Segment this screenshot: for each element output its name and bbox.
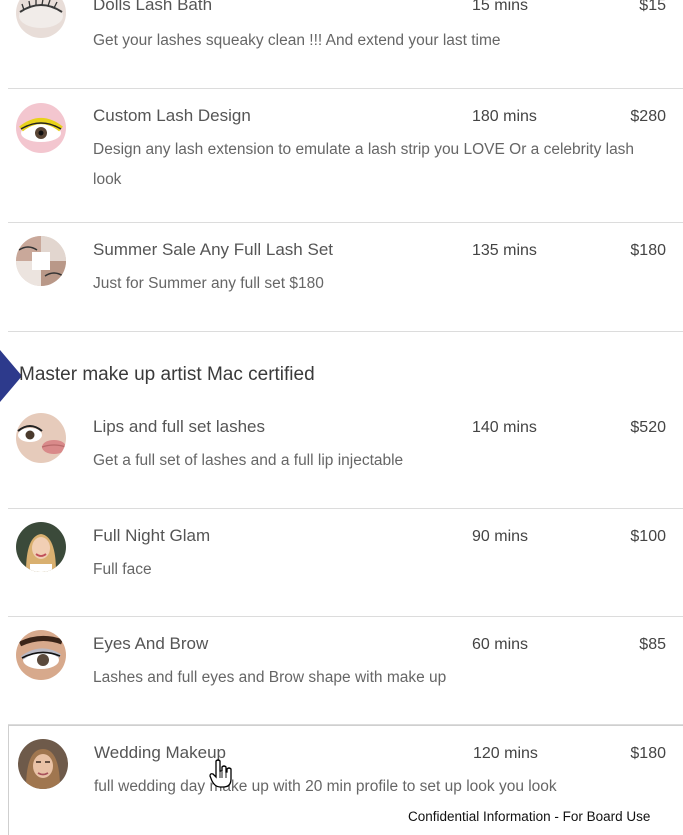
service-duration: 15 mins xyxy=(472,0,529,14)
service-duration: 90 mins xyxy=(472,528,529,545)
service-duration: 60 mins xyxy=(472,636,529,653)
service-price: $180 xyxy=(630,242,666,259)
service-duration: 140 mins xyxy=(472,419,537,436)
service-name[interactable]: Lips and full set lashes xyxy=(93,417,265,437)
eye-brow-avatar xyxy=(16,630,66,680)
service-row-full-night-glam[interactable]: Full Night Glam 90 mins $100 Full face xyxy=(8,509,683,617)
service-row-lash-bath[interactable]: Dolls Lash Bath 15 mins $15 Get your las… xyxy=(8,0,683,89)
confidential-footer: Confidential Information - For Board Use xyxy=(408,809,651,824)
service-description: Get a full set of lashes and a full lip … xyxy=(93,452,404,469)
service-price: $15 xyxy=(639,0,666,14)
service-description: Get your lashes squeaky clean !!! And ex… xyxy=(93,32,501,49)
service-row-custom-lash-design[interactable]: Custom Lash Design 180 mins $280 Design … xyxy=(8,89,683,223)
service-price: $100 xyxy=(630,528,666,545)
service-duration: 180 mins xyxy=(472,108,537,125)
service-name[interactable]: Full Night Glam xyxy=(93,526,210,546)
service-name[interactable]: Custom Lash Design xyxy=(93,106,251,126)
service-description: full wedding day make up with 20 min pro… xyxy=(94,778,557,795)
service-name[interactable]: Eyes And Brow xyxy=(93,634,208,654)
service-price: $85 xyxy=(639,636,666,653)
service-row-lips-lashes[interactable]: Lips and full set lashes 140 mins $520 G… xyxy=(8,400,683,509)
service-name[interactable]: Wedding Makeup xyxy=(94,743,226,763)
service-duration: 120 mins xyxy=(473,745,538,762)
service-price: $180 xyxy=(630,745,666,762)
service-description: Full face xyxy=(93,561,152,578)
service-name[interactable]: Summer Sale Any Full Lash Set xyxy=(93,240,333,260)
service-duration: 135 mins xyxy=(472,242,537,259)
lash-eye-avatar xyxy=(16,0,66,38)
bride-portrait-avatar xyxy=(18,739,68,789)
glam-portrait-avatar xyxy=(16,522,66,572)
service-description: Design any lash extension to emulate a l… xyxy=(93,141,635,188)
lips-eye-avatar xyxy=(16,413,66,463)
service-name[interactable]: Dolls Lash Bath xyxy=(93,0,212,15)
service-description: Lashes and full eyes and Brow shape with… xyxy=(93,669,447,686)
collage-avatar xyxy=(16,236,66,286)
service-description: Just for Summer any full set $180 xyxy=(93,275,324,292)
hand-pointer-cursor-icon xyxy=(209,759,233,789)
service-price: $520 xyxy=(630,419,666,436)
section-title: Master make up artist Mac certified xyxy=(19,364,315,385)
service-price: $280 xyxy=(630,108,666,125)
yellow-lash-avatar xyxy=(16,103,66,153)
service-row-summer-sale[interactable]: Summer Sale Any Full Lash Set 135 mins $… xyxy=(8,223,683,332)
service-row-eyes-brow[interactable]: Eyes And Brow 60 mins $85 Lashes and ful… xyxy=(8,617,683,725)
